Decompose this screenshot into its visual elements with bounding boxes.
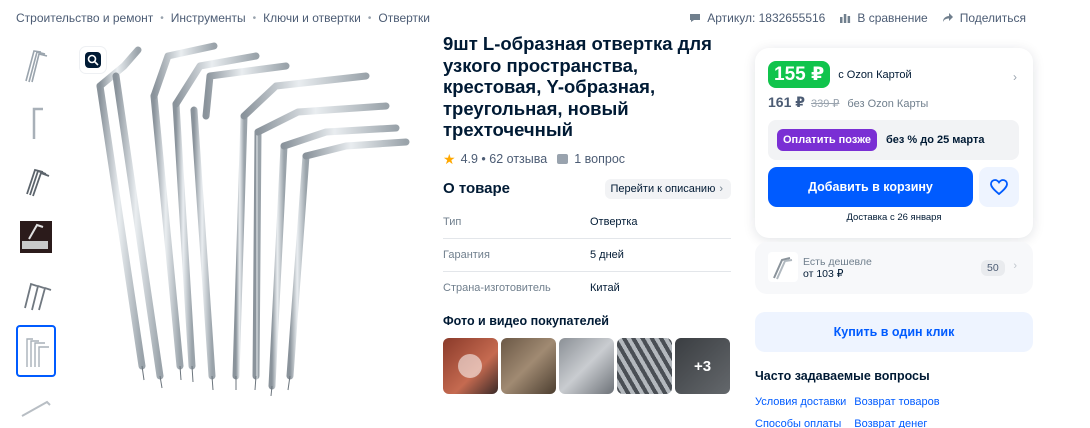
- article-number[interactable]: Артикул: 1832655516: [689, 11, 825, 25]
- zoom-icon: [85, 52, 101, 68]
- chevron-right-icon: ›: [719, 182, 723, 195]
- pay-later-block[interactable]: Оплатить позже без % до 25 марта: [768, 120, 1019, 160]
- faq-link-refund[interactable]: Возврат денег: [854, 418, 939, 428]
- customer-video[interactable]: [443, 338, 498, 394]
- about-heading: О товаре: [443, 180, 511, 197]
- goto-description-button[interactable]: Перейти к описанию ›: [604, 178, 731, 199]
- thumbnail-image: [20, 221, 52, 253]
- faq-link-payment[interactable]: Способы оплаты: [755, 418, 846, 428]
- rating-row: ★ 4.9 • 62 отзыва 1 вопрос: [443, 151, 738, 168]
- breadcrumb-item[interactable]: Строительство и ремонт: [16, 11, 153, 25]
- price-card: 155 ₽ с Ozon Картой › 161 ₽ 339 ₽ без Oz…: [755, 48, 1033, 238]
- breadcrumb-item[interactable]: Ключи и отвертки: [263, 11, 361, 25]
- card-price-row[interactable]: 155 ₽ с Ozon Картой: [768, 61, 912, 88]
- cheaper-offers[interactable]: Есть дешевле от 103 ₽ 50 ›: [755, 242, 1033, 294]
- rating-value: 4.9: [460, 152, 478, 166]
- thumbnail-image: [24, 282, 52, 311]
- offer-thumbnail: [768, 252, 798, 282]
- share-button[interactable]: Поделиться: [942, 11, 1026, 25]
- chat-icon: [690, 14, 701, 22]
- card-price-label: с Ozon Картой: [838, 68, 912, 81]
- property-key: Страна-изготовитель: [443, 281, 551, 294]
- pay-later-text: без % до 25 марта: [885, 134, 985, 146]
- zoom-button[interactable]: [80, 47, 106, 73]
- faq-link-delivery[interactable]: Условия доставки: [755, 396, 846, 408]
- old-price: 339 ₽: [811, 98, 840, 110]
- cheaper-price: от 103 ₽: [803, 268, 844, 280]
- buy-one-click-button[interactable]: Купить в один клик: [755, 312, 1033, 352]
- rating-separator: •: [477, 152, 490, 166]
- thumbnail-image: [26, 168, 50, 197]
- thumbnail[interactable]: [16, 40, 56, 92]
- favorite-button[interactable]: [979, 167, 1019, 207]
- product-title: 9шт L-образная отвертка для узкого прост…: [443, 33, 712, 140]
- property-key: Гарантия: [443, 248, 490, 261]
- share-icon: [942, 13, 953, 22]
- customer-photos: +3: [443, 338, 738, 394]
- chevron-right-icon: ›: [1013, 260, 1017, 272]
- thumbnail[interactable]: [16, 154, 56, 206]
- thumbnail-image: [26, 338, 49, 367]
- product-main-image[interactable]: [76, 36, 416, 396]
- breadcrumb-separator: •: [252, 12, 257, 24]
- heart-icon: [990, 179, 1008, 195]
- about-header: О товаре Перейти к описанию ›: [443, 178, 731, 199]
- cheaper-title: Есть дешевле: [803, 256, 872, 268]
- property-value: Отвертка: [590, 216, 638, 229]
- card-price: 155 ₽: [768, 61, 831, 88]
- customer-photo[interactable]: [617, 338, 672, 394]
- delivery-info: Доставка с 26 января: [846, 212, 942, 223]
- thumbnail[interactable]: [16, 382, 56, 428]
- thumbnail-image: [25, 50, 48, 83]
- reviews-link[interactable]: 62 отзыва: [489, 152, 547, 166]
- thumbnail[interactable]: [16, 211, 56, 263]
- customer-photos-heading: Фото и видео покупателей: [443, 314, 609, 328]
- regular-price-label: без Ozon Карты: [847, 98, 929, 110]
- thumbnail-image: [32, 107, 43, 139]
- compare-icon: [840, 14, 851, 23]
- thumbnail-active[interactable]: [16, 325, 56, 377]
- customer-photo-more[interactable]: +3: [675, 338, 730, 394]
- thumbnail[interactable]: [16, 97, 56, 149]
- breadcrumb: Строительство и ремонт • Инструменты • К…: [16, 11, 430, 25]
- breadcrumb-item[interactable]: Инструменты: [171, 11, 246, 25]
- play-icon: [458, 354, 482, 378]
- faq-links: Условия доставки Возврат товаров Способы…: [755, 396, 940, 428]
- thumbnail-image: [21, 400, 51, 417]
- compare-button[interactable]: В сравнение: [839, 11, 928, 25]
- property-row: Страна-изготовитель Китай: [443, 272, 731, 305]
- customer-photo[interactable]: [559, 338, 614, 394]
- chevron-right-icon[interactable]: ›: [1013, 70, 1017, 84]
- customer-photo[interactable]: [501, 338, 556, 394]
- regular-price-row: 161 ₽ 339 ₽ без Ozon Карты: [768, 94, 928, 111]
- breadcrumb-item[interactable]: Отвертки: [378, 11, 430, 25]
- breadcrumb-separator: •: [160, 12, 164, 24]
- property-value: 5 дней: [590, 248, 624, 261]
- offers-count-badge: 50: [981, 260, 1005, 276]
- questions-link[interactable]: 1 вопрос: [574, 152, 625, 166]
- question-icon: [557, 154, 569, 164]
- star-icon: ★: [443, 150, 456, 167]
- regular-price: 161 ₽: [768, 94, 805, 110]
- faq-heading: Часто задаваемые вопросы: [755, 369, 930, 383]
- thumbnail-list: [16, 40, 56, 428]
- top-actions: Артикул: 1832655516 В сравнение Поделить…: [689, 11, 1026, 25]
- faq-link-returns[interactable]: Возврат товаров: [854, 396, 939, 408]
- add-to-cart-button[interactable]: Добавить в корзину: [768, 167, 973, 207]
- property-value: Китай: [590, 281, 620, 294]
- pay-later-button[interactable]: Оплатить позже: [777, 129, 877, 151]
- property-row: Тип Отвертка: [443, 207, 731, 239]
- property-key: Тип: [443, 216, 462, 229]
- thumbnail[interactable]: [16, 268, 56, 320]
- breadcrumb-separator: •: [367, 12, 372, 24]
- property-row: Гарантия 5 дней: [443, 239, 731, 272]
- properties-list: Тип Отвертка Гарантия 5 дней Страна-изго…: [443, 207, 731, 305]
- product-info: 9шт L-образная отвертка для узкого прост…: [443, 33, 738, 394]
